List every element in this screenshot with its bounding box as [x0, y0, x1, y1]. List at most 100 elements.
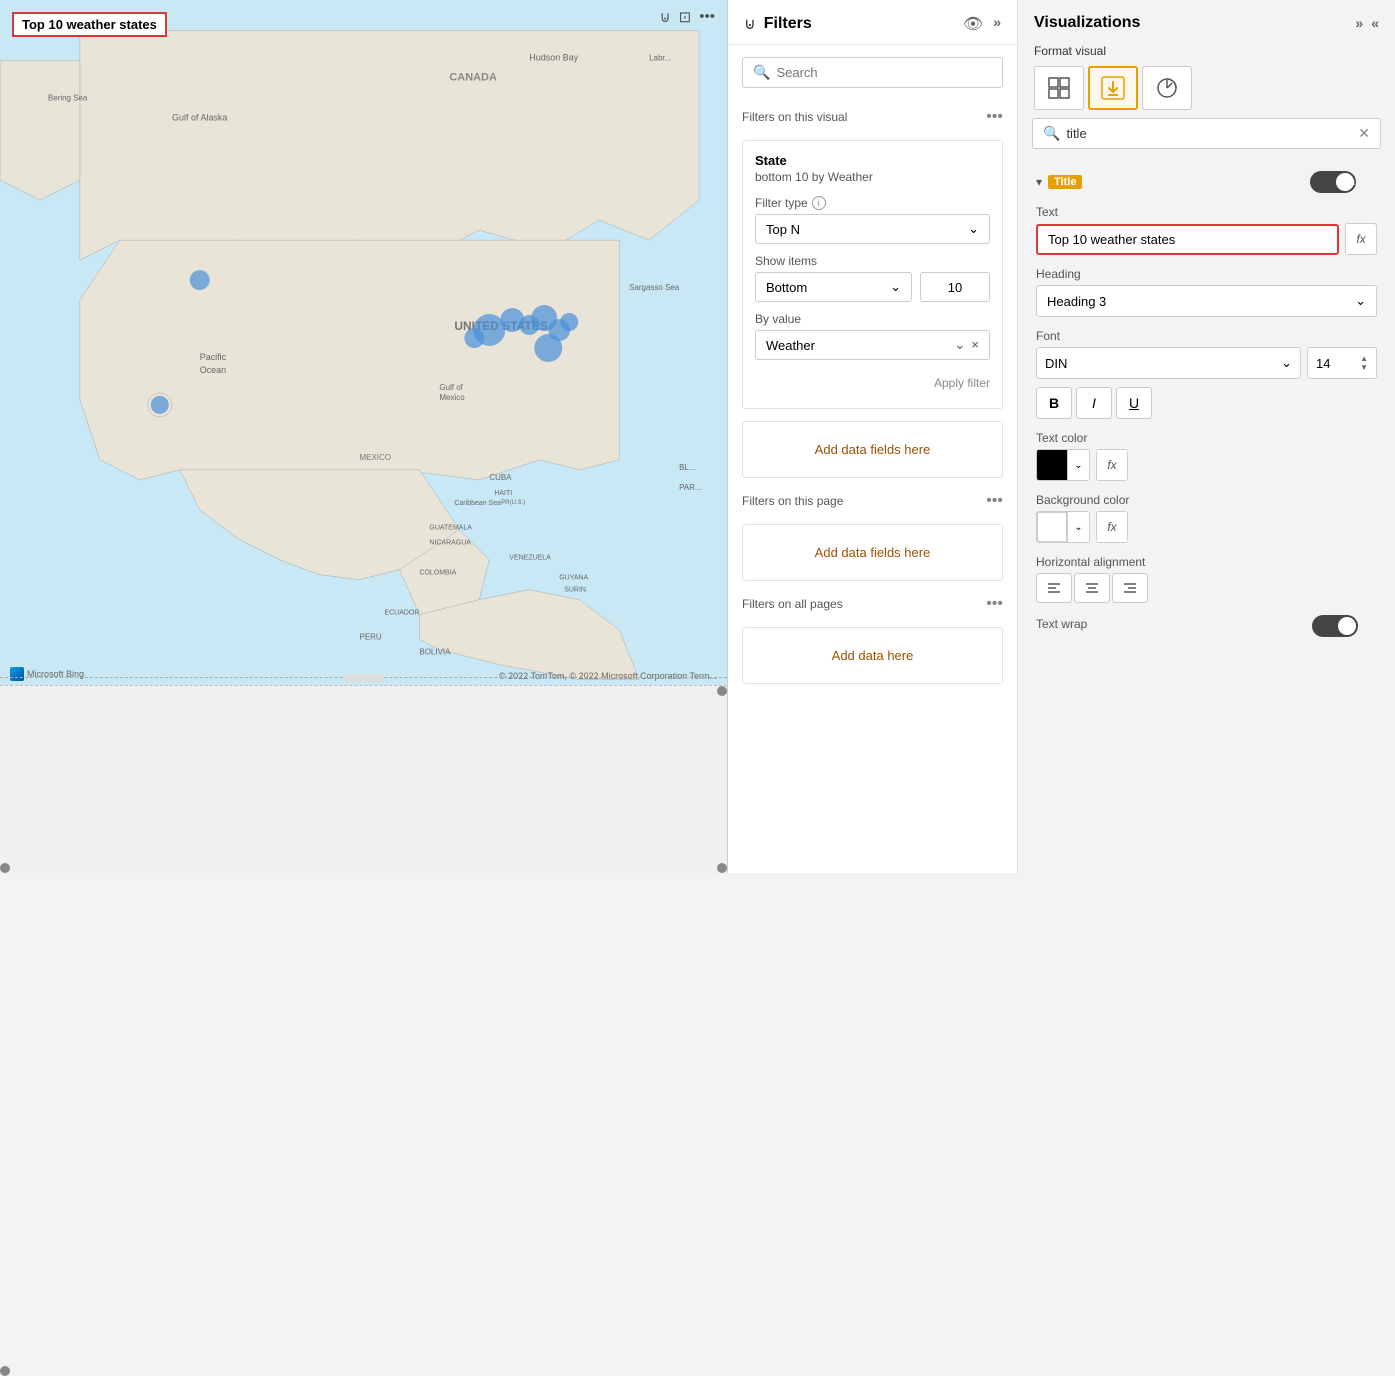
more-options-icon[interactable]: •••: [699, 8, 715, 26]
tab-format[interactable]: [1088, 66, 1138, 110]
chevron-down-icon: ⌄: [1281, 355, 1292, 371]
filter-search-input[interactable]: [776, 65, 992, 80]
filters-all-pages-header[interactable]: Filters on all pages •••: [728, 587, 1017, 621]
font-field-row: Font DIN ⌄ 14 ▲ ▼ B: [1036, 329, 1377, 419]
svg-text:COLOMBIA: COLOMBIA: [419, 570, 456, 577]
svg-text:MEXICO: MEXICO: [360, 453, 391, 462]
show-items-direction-select[interactable]: Bottom ⌄: [755, 272, 912, 302]
spin-down-icon[interactable]: ▼: [1360, 363, 1368, 372]
spin-up-icon[interactable]: ▲: [1360, 354, 1368, 363]
text-color-swatch[interactable]: [1037, 450, 1067, 480]
info-icon[interactable]: i: [812, 196, 826, 210]
text-wrap-toggle[interactable]: [1312, 615, 1358, 637]
bg-color-swatch[interactable]: [1037, 512, 1067, 542]
align-buttons[interactable]: [1036, 573, 1377, 603]
viz-header: Visualizations » «: [1018, 0, 1395, 42]
format-paintbrush-icon: [1099, 74, 1127, 102]
add-data-fields-visual[interactable]: Add data fields here: [742, 421, 1003, 478]
svg-text:SURIN.: SURIN.: [564, 587, 588, 594]
bold-button[interactable]: B: [1036, 387, 1072, 419]
chevron-down-icon: ⌄: [1355, 293, 1366, 309]
svg-text:PAR...: PAR...: [679, 483, 701, 492]
viz-header-icons[interactable]: » «: [1355, 15, 1379, 31]
svg-text:HAITI: HAITI: [494, 490, 512, 497]
bg-color-swatch-box[interactable]: ⌄: [1036, 511, 1090, 543]
viz-search-clear-icon[interactable]: ✕: [1358, 125, 1370, 142]
font-size-input[interactable]: 14 ▲ ▼: [1307, 347, 1377, 379]
heading-field-row: Heading Heading 3 ⌄: [1036, 267, 1377, 317]
show-items-row: Show items Bottom ⌄: [755, 254, 990, 302]
text-fx-button[interactable]: fx: [1345, 223, 1377, 255]
filters-on-visual-header[interactable]: Filters on this visual •••: [728, 100, 1017, 134]
show-items-count-input[interactable]: [920, 272, 990, 302]
svg-text:CUBA: CUBA: [489, 473, 512, 482]
title-toggle[interactable]: [1310, 171, 1356, 193]
viz-title: Visualizations: [1034, 14, 1347, 32]
text-color-fx-button[interactable]: fx: [1096, 449, 1128, 481]
heading-dropdown[interactable]: Heading 3 ⌄: [1036, 285, 1377, 317]
chevron-down-icon[interactable]: ⌄: [955, 337, 966, 353]
filter-card-subtitle: bottom 10 by Weather: [755, 170, 990, 184]
close-icon[interactable]: ×: [971, 337, 979, 353]
filters-header: ⊍ Filters 👁 »: [728, 0, 1017, 45]
svg-text:Hudson Bay: Hudson Bay: [529, 52, 578, 62]
resize-handle-tl[interactable]: [0, 1366, 10, 1376]
title-text-input[interactable]: [1036, 224, 1339, 255]
add-data-fields-all[interactable]: Add data here: [742, 627, 1003, 684]
filter-icon[interactable]: ⊍: [660, 8, 671, 26]
svg-text:Gulf of Alaska: Gulf of Alaska: [172, 112, 227, 122]
filters-on-visual-more[interactable]: •••: [986, 108, 1003, 126]
focus-icon[interactable]: ⊡: [679, 8, 692, 26]
resize-handle-tr[interactable]: [717, 686, 727, 696]
title-section-header[interactable]: ▾ Title On: [1032, 163, 1381, 201]
resize-handle-br[interactable]: [717, 863, 727, 873]
apply-filter-button[interactable]: Apply filter: [755, 370, 990, 396]
text-color-dropdown-btn[interactable]: ⌄: [1067, 450, 1089, 480]
text-color-label: Text color: [1036, 431, 1377, 445]
tab-grid[interactable]: [1034, 66, 1084, 110]
svg-text:GUATEMALA: GUATEMALA: [429, 525, 472, 532]
filters-panel: ⊍ Filters 👁 » 🔍 Filters on this visual •…: [728, 0, 1018, 873]
resize-handle-bl[interactable]: [0, 863, 10, 873]
filter-type-label: Filter type i: [755, 196, 990, 210]
expand-right-icon[interactable]: »: [1355, 15, 1363, 31]
filter-card-title: State: [755, 153, 990, 168]
text-field-row: Text fx: [1036, 205, 1377, 255]
svg-text:Sargasso Sea: Sargasso Sea: [629, 283, 680, 292]
expand-icon[interactable]: »: [993, 14, 1001, 34]
svg-text:BOLIVIA: BOLIVIA: [419, 648, 451, 657]
filters-on-page-more[interactable]: •••: [986, 492, 1003, 510]
align-left-button[interactable]: [1036, 573, 1072, 603]
filters-on-page-header[interactable]: Filters on this page •••: [728, 484, 1017, 518]
svg-text:Labr...: Labr...: [649, 53, 671, 62]
filter-type-select[interactable]: Top N ⌄: [755, 214, 990, 244]
svg-text:PR(U.S.): PR(U.S.): [501, 500, 525, 506]
add-data-fields-page[interactable]: Add data fields here: [742, 524, 1003, 581]
map-resize-handle[interactable]: [0, 677, 727, 685]
analytics-icon: [1155, 76, 1179, 100]
viz-search-box[interactable]: 🔍 ✕: [1032, 118, 1381, 149]
filters-all-pages-more[interactable]: •••: [986, 595, 1003, 613]
font-family-dropdown[interactable]: DIN ⌄: [1036, 347, 1301, 379]
filter-search-box[interactable]: 🔍: [742, 57, 1003, 88]
svg-text:NICARAGUA: NICARAGUA: [429, 540, 471, 547]
collapse-left-icon[interactable]: «: [1371, 15, 1379, 31]
filters-header-icons[interactable]: 👁 »: [963, 14, 1001, 34]
bg-color-dropdown-btn[interactable]: ⌄: [1067, 512, 1089, 542]
by-value-select[interactable]: Weather ⌄ ×: [755, 330, 990, 360]
h-align-row: Horizontal alignment: [1036, 555, 1377, 603]
bg-color-fx-button[interactable]: fx: [1096, 511, 1128, 543]
map-toolbar[interactable]: ⊍ ⊡ •••: [660, 8, 715, 26]
text-color-swatch-box[interactable]: ⌄: [1036, 449, 1090, 481]
italic-button[interactable]: I: [1076, 387, 1112, 419]
viz-search-input[interactable]: [1066, 126, 1352, 141]
tab-analytics[interactable]: [1142, 66, 1192, 110]
viz-tabs[interactable]: [1018, 66, 1395, 110]
svg-text:PERU: PERU: [360, 633, 382, 642]
h-align-label: Horizontal alignment: [1036, 555, 1377, 569]
align-center-button[interactable]: [1074, 573, 1110, 603]
align-right-button[interactable]: [1112, 573, 1148, 603]
underline-button[interactable]: U: [1116, 387, 1152, 419]
eye-icon[interactable]: 👁: [963, 14, 983, 34]
title-section-content: Text fx Heading Heading 3 ⌄ Font: [1032, 201, 1381, 661]
